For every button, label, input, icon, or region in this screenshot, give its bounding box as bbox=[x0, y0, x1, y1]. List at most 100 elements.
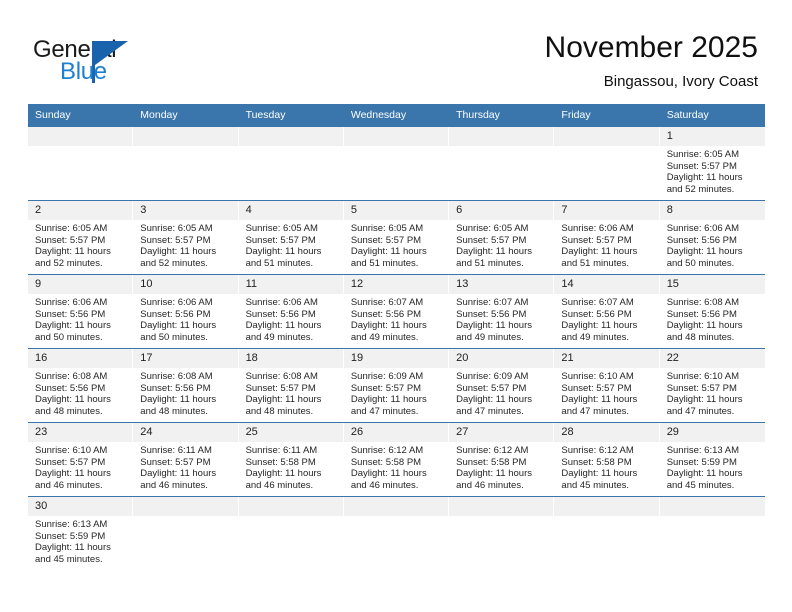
calendar-day-cell[interactable]: 27 Sunrise: 6:12 AM Sunset: 5:58 PM Dayligh… bbox=[449, 422, 555, 497]
calendar-day-cell[interactable]: 13 Sunrise: 6:07 AM Sunset: 5:56 PM Dayligh… bbox=[449, 274, 555, 349]
sun-info-line: Daylight: 11 hours bbox=[456, 246, 532, 258]
calendar-day-cell[interactable]: 25 Sunrise: 6:11 AM Sunset: 5:58 PM Dayligh… bbox=[238, 422, 344, 497]
sun-info-line: Daylight: 11 hours bbox=[35, 320, 111, 332]
calendar-day-cell[interactable]: 29 Sunrise: 6:13 AM Sunset: 5:59 PM Dayligh… bbox=[659, 422, 765, 497]
calendar-week-row: 2 Sunrise: 6:05 AM Sunset: 5:57 PM Daylight… bbox=[28, 200, 765, 275]
sun-info-line: and 51 minutes. bbox=[350, 257, 419, 269]
calendar-day-cell[interactable]: 6 Sunrise: 6:05 AM Sunset: 5:57 PM Daylight… bbox=[449, 200, 555, 275]
calendar-day-cell[interactable]: 26 Sunrise: 6:12 AM Sunset: 5:58 PM Dayligh… bbox=[343, 422, 450, 497]
sun-info-line: Sunrise: 6:13 AM bbox=[666, 445, 740, 456]
sun-info-line: Sunrise: 6:08 AM bbox=[666, 297, 740, 308]
sun-info-line: and 48 minutes. bbox=[140, 405, 208, 417]
calendar-day-cell[interactable]: 17 Sunrise: 6:08 AM Sunset: 5:56 PM Dayligh… bbox=[133, 348, 239, 423]
sun-info-line: and 46 minutes. bbox=[245, 479, 314, 491]
sun-info-line: Daylight: 11 hours bbox=[666, 468, 743, 480]
day-number bbox=[343, 497, 450, 516]
sun-info-line: Daylight: 11 hours bbox=[561, 394, 638, 406]
sun-info-line: Sunrise: 6:10 AM bbox=[35, 445, 108, 456]
sun-info-line: Sunrise: 6:06 AM bbox=[666, 223, 740, 234]
calendar-day-cell[interactable]: 12 Sunrise: 6:07 AM Sunset: 5:56 PM Dayligh… bbox=[343, 274, 450, 349]
day-number bbox=[28, 127, 134, 146]
calendar-day-cell[interactable]: 22 Sunrise: 6:10 AM Sunset: 5:57 PM Dayligh… bbox=[659, 348, 765, 423]
sun-info-line: Daylight: 11 hours bbox=[140, 468, 217, 480]
calendar-day-cell[interactable]: 10 Sunrise: 6:06 AM Sunset: 5:56 PM Dayligh… bbox=[133, 274, 239, 349]
sun-info: Sunrise: 6:11 AM Sunset: 5:58 PM Daylight:… bbox=[239, 442, 344, 491]
sun-info-line: Sunrise: 6:06 AM bbox=[140, 297, 213, 308]
calendar-day-cell[interactable]: 18 Sunrise: 6:08 AM Sunset: 5:57 PM Dayligh… bbox=[238, 348, 344, 423]
day-number: 13 bbox=[449, 275, 555, 294]
sun-info-line: Sunset: 5:56 PM bbox=[140, 382, 211, 394]
weekday-header-saturday: Saturday bbox=[659, 104, 765, 127]
sun-info-line: and 52 minutes. bbox=[140, 257, 208, 269]
sun-info: Sunrise: 6:08 AM Sunset: 5:56 PM Daylight:… bbox=[28, 368, 133, 417]
calendar-week-row: 16 Sunrise: 6:08 AM Sunset: 5:56 PM Dayligh… bbox=[28, 348, 765, 423]
calendar-day-cell[interactable]: 21 Sunrise: 6:10 AM Sunset: 5:57 PM Dayligh… bbox=[554, 348, 660, 423]
day-number: 11 bbox=[238, 275, 344, 294]
sun-info: Sunrise: 6:09 AM Sunset: 5:57 PM Daylight:… bbox=[449, 368, 554, 417]
day-number: 10 bbox=[133, 275, 239, 294]
calendar-day-cell[interactable]: 16 Sunrise: 6:08 AM Sunset: 5:56 PM Dayligh… bbox=[28, 348, 134, 423]
sun-info-line: Daylight: 11 hours bbox=[350, 320, 427, 332]
calendar-day-cell[interactable]: 7 Sunrise: 6:06 AM Sunset: 5:57 PM Daylight… bbox=[554, 200, 660, 275]
sun-info-line: and 48 minutes. bbox=[245, 405, 314, 417]
sun-info-line: Sunrise: 6:05 AM bbox=[456, 223, 529, 234]
calendar-day-cell[interactable]: 11 Sunrise: 6:06 AM Sunset: 5:56 PM Dayligh… bbox=[238, 274, 344, 349]
calendar-day-cell[interactable]: 14 Sunrise: 6:07 AM Sunset: 5:56 PM Dayligh… bbox=[554, 274, 660, 349]
sun-info-line: Sunrise: 6:05 AM bbox=[666, 149, 740, 160]
calendar-day-cell[interactable]: 20 Sunrise: 6:09 AM Sunset: 5:57 PM Dayligh… bbox=[449, 348, 555, 423]
sun-info-line: Sunrise: 6:12 AM bbox=[350, 445, 424, 456]
weekday-header-thursday: Thursday bbox=[449, 104, 555, 127]
day-number bbox=[554, 127, 660, 146]
sun-info-line: Sunset: 5:57 PM bbox=[350, 234, 422, 246]
sun-info-line: and 50 minutes. bbox=[140, 331, 208, 343]
sun-info: Sunrise: 6:11 AM Sunset: 5:57 PM Daylight:… bbox=[133, 442, 238, 491]
sun-info-line: Sunset: 5:56 PM bbox=[245, 308, 316, 320]
sun-info-line: and 52 minutes. bbox=[666, 183, 735, 195]
sun-info-line: Daylight: 11 hours bbox=[561, 246, 638, 258]
sun-info: Sunrise: 6:09 AM Sunset: 5:57 PM Daylight:… bbox=[344, 368, 449, 417]
weekday-header-sunday: Sunday bbox=[28, 104, 134, 127]
sun-info-line: Sunrise: 6:05 AM bbox=[35, 223, 108, 234]
day-number bbox=[238, 127, 344, 146]
sun-info: Sunrise: 6:05 AM Sunset: 5:57 PM Daylight:… bbox=[344, 220, 449, 269]
general-blue-logo[interactable]: General Blue bbox=[33, 36, 183, 88]
calendar-day-cell[interactable]: 9 Sunrise: 6:06 AM Sunset: 5:56 PM Daylight… bbox=[28, 274, 134, 349]
day-number: 4 bbox=[238, 201, 344, 220]
calendar-day-cell[interactable]: 24 Sunrise: 6:11 AM Sunset: 5:57 PM Dayligh… bbox=[133, 422, 239, 497]
sun-info-line: Sunset: 5:57 PM bbox=[245, 234, 316, 246]
calendar-week-row: 30 Sunrise: 6:13 AM Sunset: 5:59 PM Dayligh… bbox=[28, 496, 765, 570]
calendar-day-cell[interactable]: 8 Sunrise: 6:06 AM Sunset: 5:56 PM Daylight… bbox=[659, 200, 765, 275]
day-number: 7 bbox=[554, 201, 660, 220]
day-number: 15 bbox=[659, 275, 765, 294]
sun-info: Sunrise: 6:05 AM Sunset: 5:57 PM Daylight:… bbox=[660, 146, 765, 195]
sun-info-line: and 51 minutes. bbox=[456, 257, 524, 269]
sun-info-line: Daylight: 11 hours bbox=[140, 320, 217, 332]
logo-text-blue: Blue bbox=[60, 58, 107, 85]
day-number: 17 bbox=[133, 349, 239, 368]
calendar-day-cell[interactable]: 30 Sunrise: 6:13 AM Sunset: 5:59 PM Dayligh… bbox=[28, 496, 134, 570]
calendar-day-cell[interactable]: 2 Sunrise: 6:05 AM Sunset: 5:57 PM Daylight… bbox=[28, 200, 134, 275]
sun-info-line: Daylight: 11 hours bbox=[35, 542, 111, 554]
calendar-day-cell[interactable]: 23 Sunrise: 6:10 AM Sunset: 5:57 PM Dayligh… bbox=[28, 422, 134, 497]
calendar-day-cell[interactable]: 5 Sunrise: 6:05 AM Sunset: 5:57 PM Daylight… bbox=[343, 200, 450, 275]
sun-info-line: Daylight: 11 hours bbox=[245, 246, 322, 258]
sun-info-line: Sunset: 5:58 PM bbox=[456, 456, 527, 468]
sun-info-line: and 46 minutes. bbox=[35, 479, 103, 491]
calendar-day-cell[interactable]: 15 Sunrise: 6:08 AM Sunset: 5:56 PM Dayligh… bbox=[659, 274, 765, 349]
calendar-day-cell[interactable]: 19 Sunrise: 6:09 AM Sunset: 5:57 PM Dayligh… bbox=[343, 348, 450, 423]
calendar-day-cell[interactable]: 1 Sunrise: 6:05 AM Sunset: 5:57 PM Daylight… bbox=[659, 126, 765, 201]
sun-info-line: Sunrise: 6:07 AM bbox=[561, 297, 634, 308]
day-number: 20 bbox=[449, 349, 555, 368]
sun-info-line: and 48 minutes. bbox=[35, 405, 103, 417]
sun-info-line: Sunset: 5:57 PM bbox=[35, 234, 106, 246]
calendar-day-cell[interactable]: 3 Sunrise: 6:05 AM Sunset: 5:57 PM Daylight… bbox=[133, 200, 239, 275]
sun-info-line: Sunset: 5:56 PM bbox=[35, 308, 106, 320]
calendar-page: General Blue November 2025 Bingassou, Iv… bbox=[0, 0, 792, 612]
sun-info-line: Sunrise: 6:06 AM bbox=[245, 297, 318, 308]
day-number: 28 bbox=[554, 423, 660, 442]
calendar-day-cell[interactable]: 4 Sunrise: 6:05 AM Sunset: 5:57 PM Daylight… bbox=[238, 200, 344, 275]
day-number: 16 bbox=[28, 349, 134, 368]
calendar-day-cell[interactable]: 28 Sunrise: 6:12 AM Sunset: 5:58 PM Dayligh… bbox=[554, 422, 660, 497]
sun-info-line: and 47 minutes. bbox=[456, 405, 524, 417]
day-number: 24 bbox=[133, 423, 239, 442]
